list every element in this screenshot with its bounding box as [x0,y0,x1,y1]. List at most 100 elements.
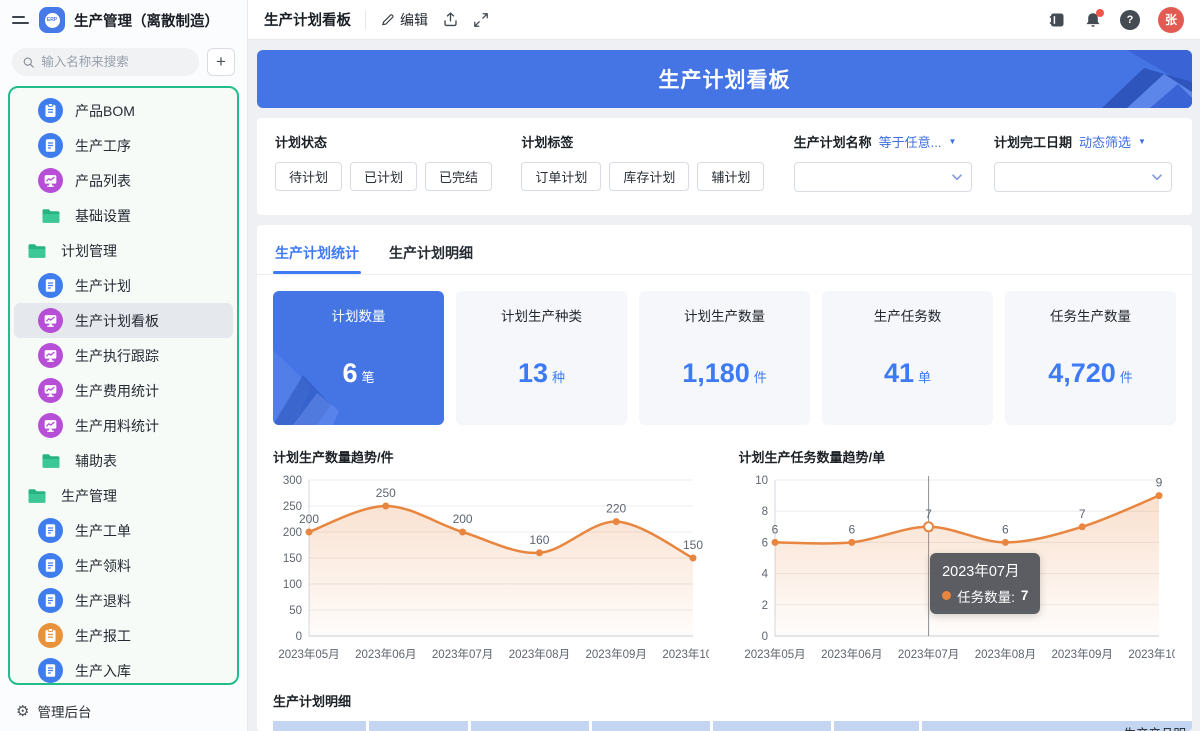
svg-text:2023年08月: 2023年08月 [974,647,1035,661]
filter-option-button[interactable]: 已完结 [425,162,492,191]
notification-dot [1096,9,1104,17]
table-header-cell [273,721,366,731]
filter-option-button[interactable]: 辅计划 [697,162,764,191]
clipboard-icon [38,623,63,648]
section-title: 生产计划明细 [273,691,1176,710]
collapse-menu-icon[interactable] [12,13,30,27]
notifications-button[interactable] [1084,11,1102,29]
sidebar-item[interactable]: 生产工序 [14,128,233,163]
stat-value: 1,180件 [639,358,810,389]
plan-name-select[interactable] [794,162,972,192]
share-button[interactable] [442,11,459,28]
sidebar-item-label: 生产工单 [75,521,131,541]
svg-text:2023年08月: 2023年08月 [509,647,570,661]
svg-text:2023年09月: 2023年09月 [1051,647,1112,661]
table-header-row: 生产产品明 [273,721,1192,731]
sidebar-item[interactable]: 生产管理 [14,478,233,513]
doc-icon [38,518,63,543]
filter-option-button[interactable]: 订单计划 [521,162,601,191]
svg-text:7: 7 [1078,507,1085,521]
svg-text:6: 6 [848,522,855,536]
chart-icon [38,308,63,333]
filter-label: 计划完工日期 [994,132,1072,151]
admin-backend-link[interactable]: ⚙ 管理后台 [0,691,247,731]
log-button[interactable] [1048,11,1066,29]
filter-group-completion-date: 计划完工日期 动态筛选 ▼ [994,132,1174,201]
table-header-cell [713,721,831,731]
operator-link[interactable]: 等于任意... [879,132,942,151]
sidebar-item-label: 生产领料 [75,556,131,576]
sidebar-item[interactable]: 基础设置 [14,198,233,233]
sidebar-item[interactable]: 生产退料 [14,583,233,618]
user-avatar[interactable]: 张 [1158,7,1184,33]
stat-card[interactable]: 任务生产数量4,720件 [1005,291,1176,425]
sidebar-item[interactable]: 生产工单 [14,513,233,548]
chart-icon [38,413,63,438]
svg-text:2023年09月: 2023年09月 [586,647,647,661]
stat-card[interactable]: 计划生产种类13种 [456,291,627,425]
table-header-cell [369,721,468,731]
sidebar-item[interactable]: 生产执行跟踪 [14,338,233,373]
svg-text:2023年05月: 2023年05月 [278,647,339,661]
sidebar-item[interactable]: 计划管理 [14,233,233,268]
table-header-cell [592,721,710,731]
sidebar-item[interactable]: 产品BOM [14,93,233,128]
svg-text:0: 0 [761,631,767,643]
sidebar-item[interactable]: 生产用料统计 [14,408,233,443]
tooltip-title: 2023年07月 [942,560,1028,581]
fullscreen-button[interactable] [473,12,489,28]
tab-plan-statistics[interactable]: 生产计划统计 [273,237,361,274]
stat-label: 任务生产数量 [1005,305,1176,325]
caret-down-icon[interactable]: ▼ [949,137,957,146]
main-area: 生产计划看板 编辑 ? 张 [248,0,1200,731]
svg-text:9: 9 [1155,476,1162,490]
sidebar-item-label: 生产计划看板 [75,311,159,331]
completion-date-select[interactable] [994,162,1172,192]
operator-link[interactable]: 动态筛选 [1079,132,1131,151]
sidebar-menu: 产品BOM生产工序产品列表基础设置计划管理生产计划生产计划看板生产执行跟踪生产费… [8,86,239,685]
stat-card[interactable]: 计划数量6笔 [273,291,444,425]
stat-card[interactable]: 计划生产数量 1,180件 [639,291,810,425]
stat-value: 13种 [456,358,627,389]
sidebar-item[interactable]: 产品列表 [14,163,233,198]
filter-option-button[interactable]: 库存计划 [609,162,689,191]
stat-card-row: 计划数量6笔计划生产种类13种计划生产数量 1,180件生产任务数41单任务生产数… [273,291,1176,425]
filter-option-button[interactable]: 待计划 [275,162,342,191]
svg-text:150: 150 [283,553,302,565]
clipboard-icon [38,98,63,123]
chart-tooltip: 2023年07月任务数量:7 [930,553,1040,614]
filter-group-status: 计划状态 待计划已计划已完结 [275,132,501,201]
caret-down-icon[interactable]: ▼ [1138,137,1146,146]
stat-value: 6笔 [273,358,444,389]
search-input[interactable] [41,55,189,69]
svg-text:200: 200 [453,512,473,526]
sidebar-item[interactable]: 生产计划 [14,268,233,303]
svg-text:8: 8 [761,506,767,518]
add-button[interactable]: + [207,48,235,76]
filter-option-button[interactable]: 已计划 [350,162,417,191]
admin-backend-label: 管理后台 [37,701,91,721]
stat-value: 41单 [822,358,993,389]
sidebar-item[interactable]: 生产领料 [14,548,233,583]
search-box[interactable] [12,48,199,76]
edit-button[interactable]: 编辑 [380,10,428,30]
filter-panel: 计划状态 待计划已计划已完结 计划标签 订单计划库存计划辅计划 生产计划名称 等… [257,118,1192,215]
app-title: 生产管理（离散制造） [74,10,219,31]
tab-plan-detail[interactable]: 生产计划明细 [387,237,475,274]
topbar-right: ? 张 [1048,7,1184,33]
tag-options: 订单计划库存计划辅计划 [521,162,773,191]
sidebar-item[interactable]: 生产报工 [14,618,233,653]
stat-label: 计划生产数量 [639,305,810,325]
sidebar-item[interactable]: 生产费用统计 [14,373,233,408]
help-button[interactable]: ? [1120,10,1140,30]
sidebar-item[interactable]: 生产入库 [14,653,233,685]
banner-decoration [1032,50,1192,108]
svg-text:4: 4 [761,569,768,581]
svg-text:2023年06月: 2023年06月 [355,647,416,661]
stat-card[interactable]: 生产任务数41单 [822,291,993,425]
journal-icon [1048,11,1066,29]
sidebar-item[interactable]: 生产计划看板 [14,303,233,338]
edit-label: 编辑 [400,10,428,30]
sidebar-item[interactable]: 辅助表 [14,443,233,478]
svg-text:100: 100 [283,579,302,591]
